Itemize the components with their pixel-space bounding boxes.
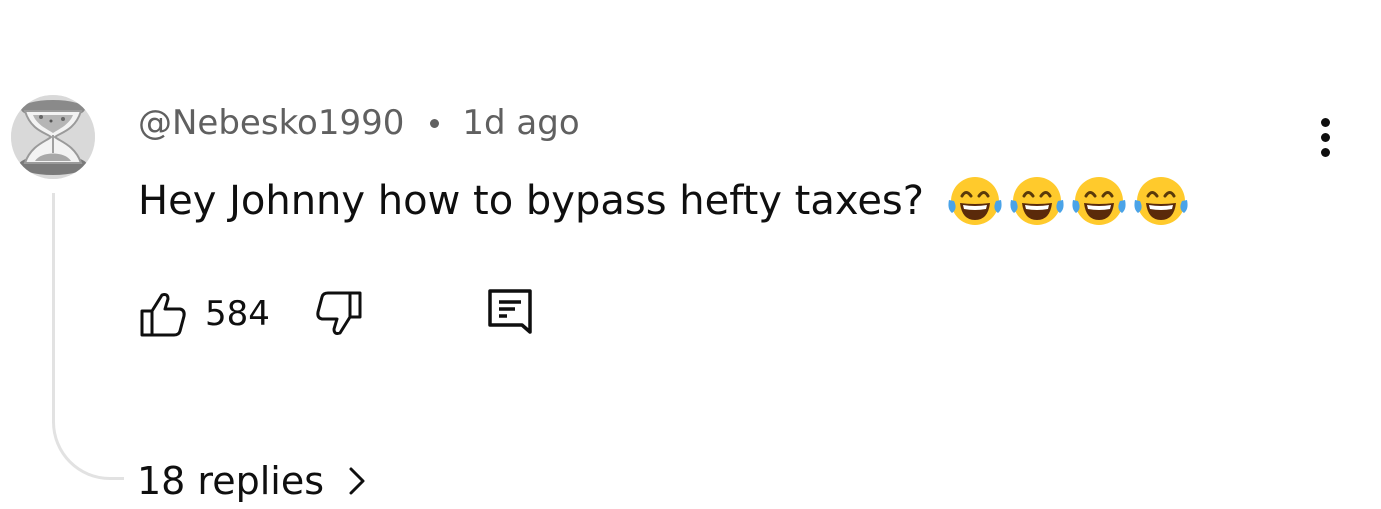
comment-emojis bbox=[946, 176, 1190, 226]
hourglass-avatar-icon bbox=[11, 95, 95, 179]
thread-connector-line bbox=[52, 193, 124, 480]
thumbs-up-icon bbox=[140, 293, 186, 337]
view-replies-button[interactable]: 18 replies bbox=[137, 452, 366, 509]
like-count: 584 bbox=[205, 294, 270, 334]
face-with-tears-of-joy-icon bbox=[1008, 176, 1066, 226]
comment-actions: 584 bbox=[138, 286, 533, 342]
comment-meta: @Nebesko1990 1d ago bbox=[138, 100, 580, 146]
comment-text: Hey Johnny how to bypass hefty taxes? bbox=[138, 178, 924, 224]
dislike-button[interactable] bbox=[314, 289, 364, 339]
face-with-tears-of-joy-icon bbox=[1132, 176, 1190, 226]
avatar[interactable] bbox=[11, 95, 95, 179]
replies-label: 18 replies bbox=[137, 459, 325, 503]
chevron-right-icon bbox=[348, 466, 366, 496]
reply-button[interactable] bbox=[487, 288, 533, 340]
comment-time: 1d ago bbox=[462, 103, 580, 143]
separator-dot bbox=[430, 118, 440, 128]
face-with-tears-of-joy-icon bbox=[946, 176, 1004, 226]
comment-body: Hey Johnny how to bypass hefty taxes? bbox=[138, 172, 1190, 230]
reply-comment-icon bbox=[488, 289, 532, 334]
comment-author[interactable]: @Nebesko1990 bbox=[138, 103, 404, 143]
thumbs-down-icon bbox=[316, 291, 362, 335]
more-vertical-icon bbox=[1320, 117, 1330, 127]
more-options-button[interactable] bbox=[1303, 108, 1347, 166]
face-with-tears-of-joy-icon bbox=[1070, 176, 1128, 226]
like-button[interactable]: 584 bbox=[138, 289, 314, 339]
